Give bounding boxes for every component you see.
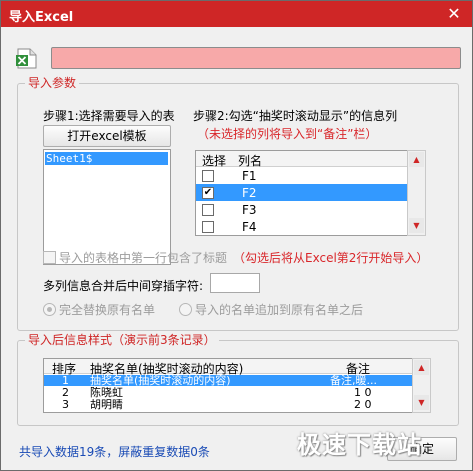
scroll-down-icon[interactable]: ▼ [409, 218, 424, 233]
site-watermark: 极速下载站 [297, 431, 422, 459]
preview-legend: 导入后信息样式（演示前3条记录） [25, 331, 219, 348]
column-list[interactable]: 选择 列名 F1 ✔ F2 F3 F4 [195, 150, 409, 236]
row-note: 2 0 [354, 399, 372, 410]
import-excel-dialog: 导入Excel ✕ 导入参数 步骤1:选择需要导入的表 打开excel模板 Sh… [0, 0, 473, 471]
column-row-f4[interactable]: F4 [196, 218, 408, 235]
close-icon[interactable]: ✕ [444, 4, 464, 24]
open-template-button[interactable]: 打开excel模板 [43, 125, 171, 147]
sheet-list[interactable]: Sheet1$ [43, 149, 171, 265]
row-name: 陈晓虹 [90, 387, 123, 398]
column-row-f2[interactable]: ✔ F2 [196, 184, 408, 201]
column-row-f1[interactable]: F1 [196, 167, 408, 184]
import-status: 共导入数据19条，屏蔽重复数据0条 [19, 445, 210, 459]
column-checkbox[interactable] [202, 204, 214, 216]
row-index: 1 [62, 375, 69, 386]
preview-scrollbar[interactable]: ▲ ▼ [412, 358, 431, 413]
step2-label: 步骤2:勾选“抽奖时滚动显示”的信息列 [193, 109, 398, 123]
column-name: F4 [242, 220, 257, 234]
column-list-header: 选择 列名 [196, 151, 408, 168]
scroll-up-icon[interactable]: ▲ [414, 360, 429, 375]
column-checkbox[interactable] [202, 221, 214, 233]
column-name: F3 [242, 203, 257, 217]
row-name: 抽奖名单(抽奖时滚动的内容) [90, 375, 231, 386]
row-name: 胡明睛 [90, 399, 123, 410]
preview-row[interactable]: 2 陈晓虹 1 0 [44, 387, 412, 398]
excel-file-icon [16, 48, 37, 69]
window-title: 导入Excel [9, 10, 74, 25]
separator-input[interactable] [210, 273, 260, 293]
separator-label: 多列信息合并后中间穿插字符: [43, 279, 204, 293]
row-index: 2 [62, 387, 69, 398]
column-checkbox-checked[interactable]: ✔ [202, 187, 214, 199]
first-row-title-checkbox[interactable] [43, 251, 56, 264]
row-index: 3 [62, 399, 69, 410]
replace-list-radio[interactable] [43, 303, 56, 316]
replace-list-label: 完全替换原有名单 [59, 303, 156, 317]
import-params-legend: 导入参数 [25, 74, 80, 91]
preview-list[interactable]: 排序 抽奖名单(抽奖时滚动的内容) 备注 1 抽奖名单(抽奖时滚动的内容) 备注… [43, 358, 413, 413]
append-list-radio[interactable] [179, 303, 192, 316]
scroll-down-icon[interactable]: ▼ [414, 395, 429, 410]
column-row-f3[interactable]: F3 [196, 201, 408, 218]
row-note: 备注,暖... [330, 375, 377, 386]
first-row-title-note: （勾选后将从Excel第2行开始导入） [233, 251, 429, 265]
preview-row[interactable]: 3 胡明睛 2 0 [44, 399, 412, 410]
title-bar[interactable]: 导入Excel ✕ [1, 1, 472, 27]
step1-label: 步骤1:选择需要导入的表 [43, 109, 175, 123]
sheet-item[interactable]: Sheet1$ [45, 152, 168, 165]
row-note: 1 0 [354, 387, 372, 398]
preview-header: 排序 抽奖名单(抽奖时滚动的内容) 备注 [44, 359, 412, 376]
import-progress-bar [51, 47, 461, 69]
column-checkbox[interactable] [202, 170, 214, 182]
preview-row[interactable]: 1 抽奖名单(抽奖时滚动的内容) 备注,暖... [44, 375, 412, 386]
column-list-scrollbar[interactable]: ▲ ▼ [407, 150, 426, 236]
column-name: F1 [242, 169, 257, 183]
column-name: F2 [242, 186, 257, 200]
dialog-body: 导入参数 步骤1:选择需要导入的表 打开excel模板 Sheet1$ 步骤2:… [1, 27, 472, 470]
first-row-title-label: 导入的表格中第一行包含了标题 [59, 251, 228, 265]
append-list-label: 导入的名单追加到原有名单之后 [195, 303, 364, 317]
step2-note: （未选择的列将导入到“备注”栏） [197, 127, 378, 141]
scroll-up-icon[interactable]: ▲ [409, 152, 424, 167]
